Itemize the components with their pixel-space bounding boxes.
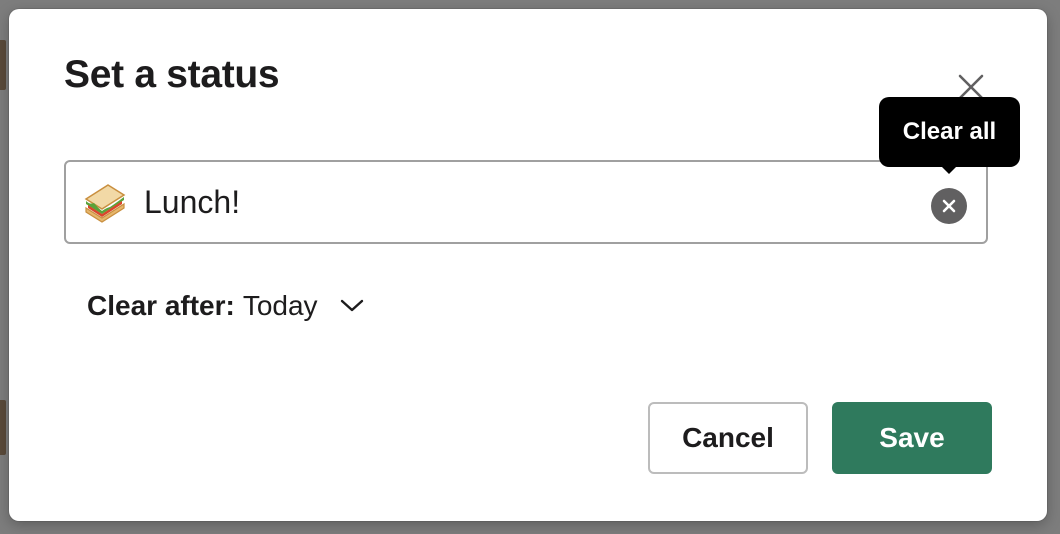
background-app-fragment (0, 400, 6, 455)
clear-status-button[interactable] (931, 188, 967, 224)
clear-all-tooltip: Clear all (879, 97, 1020, 167)
clear-after-dropdown[interactable]: Clear after: Today (87, 290, 364, 322)
set-status-dialog: Set a status Cle (9, 9, 1047, 521)
chevron-down-icon (340, 299, 364, 313)
emoji-picker-button[interactable] (82, 181, 128, 225)
status-text-input[interactable] (144, 178, 914, 226)
status-input-field (64, 160, 988, 244)
clear-after-value: Today (242, 290, 318, 321)
dialog-title: Set a status (64, 53, 280, 96)
background-app-fragment (0, 40, 6, 90)
cancel-button[interactable]: Cancel (648, 402, 808, 474)
save-button[interactable]: Save (832, 402, 992, 474)
clear-after-label: Clear after: (87, 290, 235, 321)
tooltip-arrow (940, 165, 958, 174)
sandwich-emoji-icon (84, 184, 126, 223)
clear-x-icon (942, 199, 956, 213)
